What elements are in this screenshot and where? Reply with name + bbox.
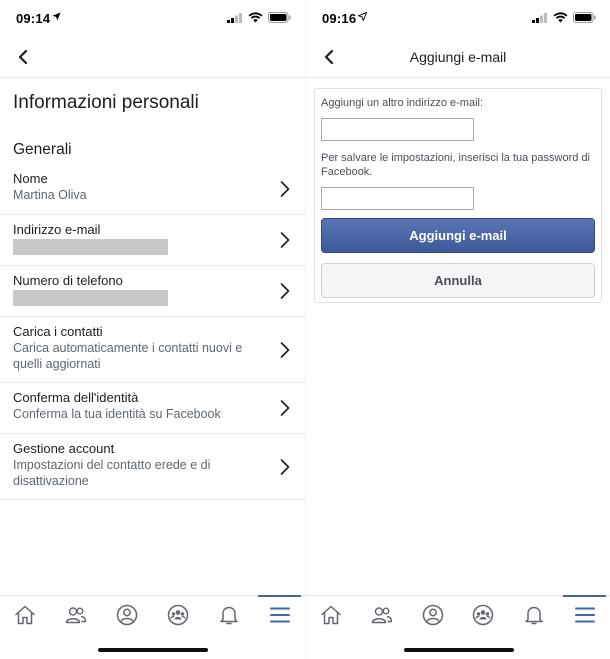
bottom-tab-bar — [0, 595, 305, 633]
tab-home[interactable] — [0, 596, 51, 633]
back-button[interactable] — [10, 44, 36, 70]
profile-icon — [116, 604, 138, 625]
status-time: 09:16 — [322, 11, 357, 26]
home-indicator[interactable] — [98, 648, 208, 652]
tab-profile[interactable] — [102, 596, 153, 633]
page-title: Aggiungi e-mail — [409, 49, 507, 65]
cancel-button[interactable]: Annulla — [321, 263, 595, 298]
location-arrow-icon — [358, 12, 367, 21]
tab-notifications[interactable] — [203, 596, 254, 633]
status-bar: 09:14 — [0, 0, 305, 36]
add-email-form: Aggiungi un altro indirizzo e-mail: Per … — [314, 88, 602, 303]
redacted-value — [13, 290, 168, 306]
email-input[interactable] — [321, 118, 474, 141]
add-email-button[interactable]: Aggiungi e-mail — [321, 218, 595, 253]
tab-menu[interactable] — [254, 595, 305, 633]
setting-item-title: Numero di telefono — [13, 273, 123, 288]
friends-icon — [65, 606, 87, 623]
page-title: Informazioni personali — [13, 92, 199, 113]
friends-icon — [371, 606, 393, 623]
settings-list: Nome Martina Oliva Indirizzo e-mail Nume… — [0, 164, 305, 500]
redacted-value — [13, 239, 168, 255]
profile-icon — [422, 604, 443, 625]
chevron-right-icon — [280, 400, 290, 416]
setting-item-confirm-identity[interactable]: Conferma dell'identità Conferma la tua i… — [0, 383, 305, 434]
tab-menu[interactable] — [559, 595, 610, 633]
setting-item-title: Indirizzo e-mail — [13, 222, 101, 237]
email-label: Aggiungi un altro indirizzo e-mail: — [321, 97, 484, 109]
battery-icon — [573, 12, 596, 23]
wifi-icon — [553, 12, 568, 23]
signal-icon — [227, 12, 242, 23]
chevron-right-icon — [280, 341, 290, 358]
left-screen: 09:14 Informazioni personali Generali No… — [0, 0, 305, 659]
tab-profile[interactable] — [407, 596, 458, 633]
setting-item-title: Nome — [13, 171, 48, 186]
status-icons — [227, 12, 291, 23]
setting-item-value: Martina Oliva — [13, 188, 87, 202]
setting-item-email[interactable]: Indirizzo e-mail — [0, 215, 305, 266]
groups-icon — [167, 604, 189, 625]
password-input[interactable] — [321, 187, 474, 210]
setting-item-upload-contacts[interactable]: Carica i contatti Carica automaticamente… — [0, 317, 305, 383]
chevron-right-icon — [280, 283, 290, 299]
tab-notifications[interactable] — [509, 596, 560, 633]
setting-item-account-management[interactable]: Gestione account Impostazioni del contat… — [0, 434, 305, 500]
tab-friends[interactable] — [357, 596, 408, 633]
chevron-right-icon — [280, 181, 290, 197]
status-bar: 09:16 — [306, 0, 610, 36]
nav-header — [0, 36, 305, 78]
right-screen: 09:16 Aggiungi e-mail Aggiungi un altro … — [305, 0, 610, 659]
chevron-right-icon — [280, 232, 290, 248]
setting-item-title: Carica i contatti — [13, 324, 103, 339]
notifications-icon — [219, 606, 238, 624]
setting-item-description: Carica automaticamente i contatti nuovi … — [13, 341, 243, 371]
status-icons — [532, 12, 596, 23]
setting-item-description: Conferma la tua identità su Facebook — [13, 407, 221, 421]
home-icon — [321, 605, 342, 624]
setting-item-phone[interactable]: Numero di telefono — [0, 266, 305, 317]
tab-groups[interactable] — [152, 596, 203, 633]
tab-groups[interactable] — [458, 596, 509, 633]
tab-friends[interactable] — [51, 596, 102, 633]
status-time: 09:14 — [16, 11, 51, 26]
groups-icon — [473, 604, 494, 625]
password-label: Per salvare le impostazioni, inserisci l… — [321, 152, 591, 178]
home-icon — [15, 605, 36, 624]
bottom-tab-bar — [306, 595, 610, 633]
notifications-icon — [525, 606, 543, 624]
battery-icon — [268, 12, 291, 23]
menu-icon — [269, 607, 290, 622]
nav-header: Aggiungi e-mail — [306, 36, 610, 78]
back-arrow-icon — [18, 49, 28, 65]
setting-item-description: Impostazioni del contatto erede e di dis… — [13, 458, 211, 488]
chevron-right-icon — [280, 458, 290, 475]
setting-item-title: Gestione account — [13, 441, 115, 456]
signal-icon — [532, 12, 547, 23]
tab-home[interactable] — [306, 596, 357, 633]
menu-icon — [574, 607, 595, 622]
location-arrow-icon — [52, 12, 61, 21]
setting-item-name[interactable]: Nome Martina Oliva — [0, 164, 305, 215]
home-indicator[interactable] — [404, 648, 514, 652]
section-title: Generali — [13, 141, 72, 158]
setting-item-title: Conferma dell'identità — [13, 390, 139, 405]
wifi-icon — [248, 12, 263, 23]
